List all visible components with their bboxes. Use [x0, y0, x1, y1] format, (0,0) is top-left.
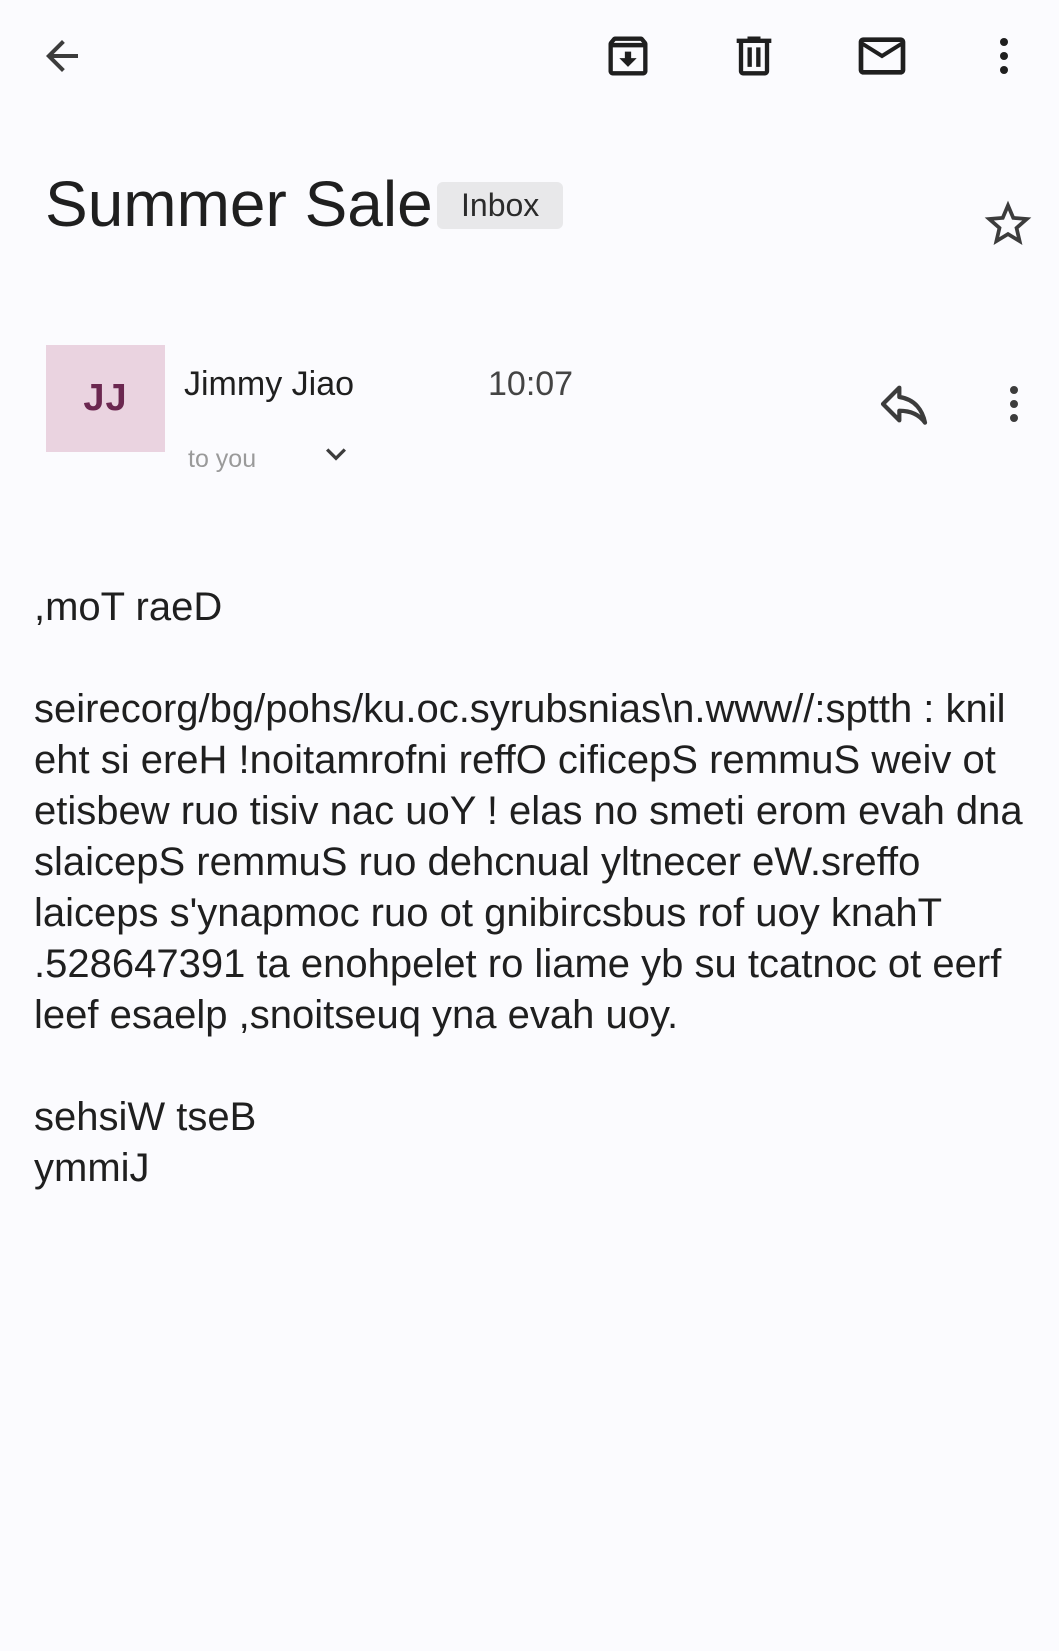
star-icon: [984, 200, 1032, 245]
body-signature: ymmiJ: [34, 1146, 150, 1190]
reply-icon: [880, 385, 928, 425]
more-vert-icon: [1010, 386, 1018, 422]
back-button[interactable]: [30, 24, 94, 88]
reply-button[interactable]: [872, 372, 936, 436]
mark-unread-button[interactable]: [850, 24, 914, 88]
sender-name: Jimmy Jiao: [184, 365, 355, 403]
archive-button[interactable]: [596, 24, 660, 88]
star-button[interactable]: [972, 188, 1044, 260]
archive-icon: [608, 36, 648, 76]
recipients-summary[interactable]: to you: [188, 442, 256, 476]
body-greeting: ,moT raeD: [34, 585, 223, 629]
more-options-button[interactable]: [972, 24, 1036, 88]
message-time: 10:07: [488, 365, 574, 403]
body-paragraph: seirecorg/bg/pohs/ku.oc.syrubsnias\n.www…: [34, 687, 1034, 1037]
email-subject: Summer Sale: [45, 168, 433, 240]
body-closing: sehsiW tseB: [34, 1095, 257, 1139]
expand-details-button[interactable]: [314, 432, 358, 476]
more-vert-icon: [1000, 38, 1008, 74]
mail-icon: [858, 37, 906, 75]
chevron-down-icon: [326, 448, 346, 461]
message-body: ,moT raeD seirecorg/bg/pohs/ku.oc.syrubs…: [34, 582, 1034, 1194]
message-more-button[interactable]: [982, 372, 1046, 436]
inbox-label-chip[interactable]: Inbox: [437, 182, 564, 229]
trash-icon: [736, 36, 772, 76]
delete-button[interactable]: [722, 24, 786, 88]
avatar[interactable]: JJ: [46, 345, 165, 452]
back-arrow-icon: [46, 40, 78, 72]
